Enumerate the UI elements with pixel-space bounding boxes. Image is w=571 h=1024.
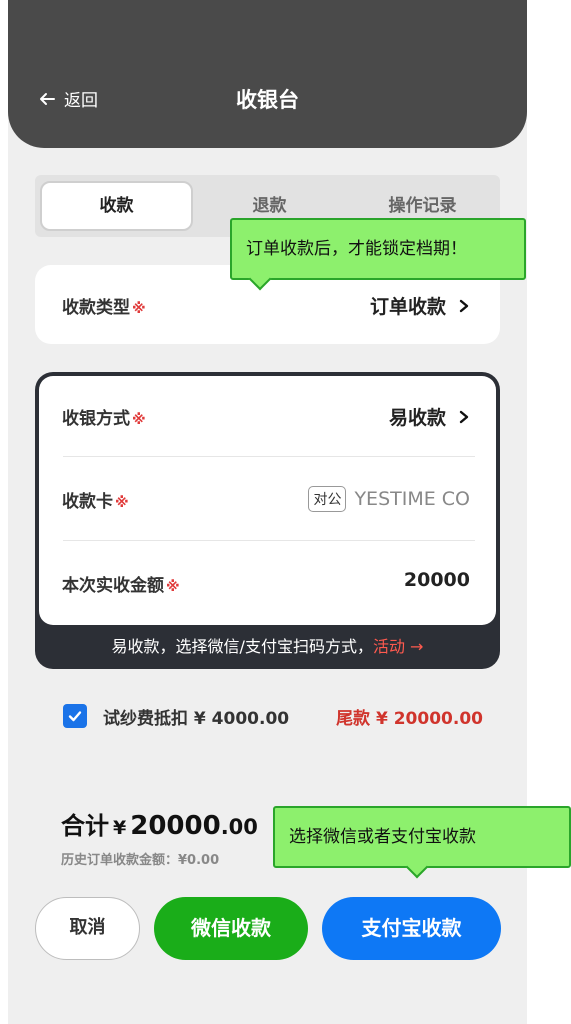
deduction-checkbox[interactable] <box>63 704 87 728</box>
deduction-label: 试纱费抵扣 ¥ 4000.00 <box>103 708 290 729</box>
card-name: YESTIME CO <box>354 488 470 510</box>
phone-screen: 返回 收银台 收款 退款 操作记录 收款类型※ 订单收款 收银方式※ 易收款 <box>8 0 527 1024</box>
cancel-button[interactable]: 取消 <box>35 897 140 960</box>
checkmark-icon <box>68 711 82 722</box>
alipay-button[interactable]: 支付宝收款 <box>322 897 501 960</box>
amount-input[interactable]: 20000 <box>404 569 470 591</box>
divider <box>63 456 475 457</box>
payment-promo: 易收款，选择微信/支付宝扫码方式，活动 → <box>111 637 424 656</box>
card-label: 收款卡 ※ <box>62 492 129 512</box>
tooltip-lock-schedule: 订单收款后，才能锁定档期！ <box>230 218 526 280</box>
tab-collect[interactable]: 收款 <box>40 181 193 231</box>
page-title: 收银台 <box>236 88 299 112</box>
pay-method-label: 收银方式 ※ <box>62 409 146 429</box>
collect-type-label: 收款类型 ※ <box>62 298 146 318</box>
collect-type-value: 订单收款 <box>370 292 470 319</box>
history-amount: 历史订单收款金额：¥0.00 <box>61 853 220 868</box>
payment-card: 收银方式 ※ 易收款 收款卡 ※ 对公 YESTIME CO 本次实收金额 ※ 200… <box>35 372 500 669</box>
payment-fields: 收银方式 ※ 易收款 收款卡 ※ 对公 YESTIME CO 本次实收金额 ※ 200… <box>39 376 496 625</box>
chevron-right-icon <box>459 410 469 423</box>
card-value[interactable]: 对公 YESTIME CO <box>308 486 470 512</box>
divider <box>63 540 475 541</box>
promo-link[interactable]: 活动 → <box>373 637 424 656</box>
header-bar: 返回 收银台 <box>8 0 527 148</box>
amount-label: 本次实收金额 ※ <box>62 576 180 596</box>
pay-method-select[interactable]: 易收款 <box>389 403 470 430</box>
account-type-tag: 对公 <box>308 486 347 512</box>
wechat-pay-button[interactable]: 微信收款 <box>154 897 308 960</box>
total-amount: 合计 ¥20000.00 <box>61 811 258 841</box>
deduction-row: 试纱费抵扣 ¥ 4000.00 尾款 ¥ 20000.00 <box>63 702 483 730</box>
required-mark: ※ <box>132 301 146 317</box>
chevron-right-icon <box>459 299 469 312</box>
tooltip-choose-payment: 选择微信或者支付宝收款 <box>273 806 571 868</box>
balance-due: 尾款 ¥ 20000.00 <box>336 708 483 729</box>
